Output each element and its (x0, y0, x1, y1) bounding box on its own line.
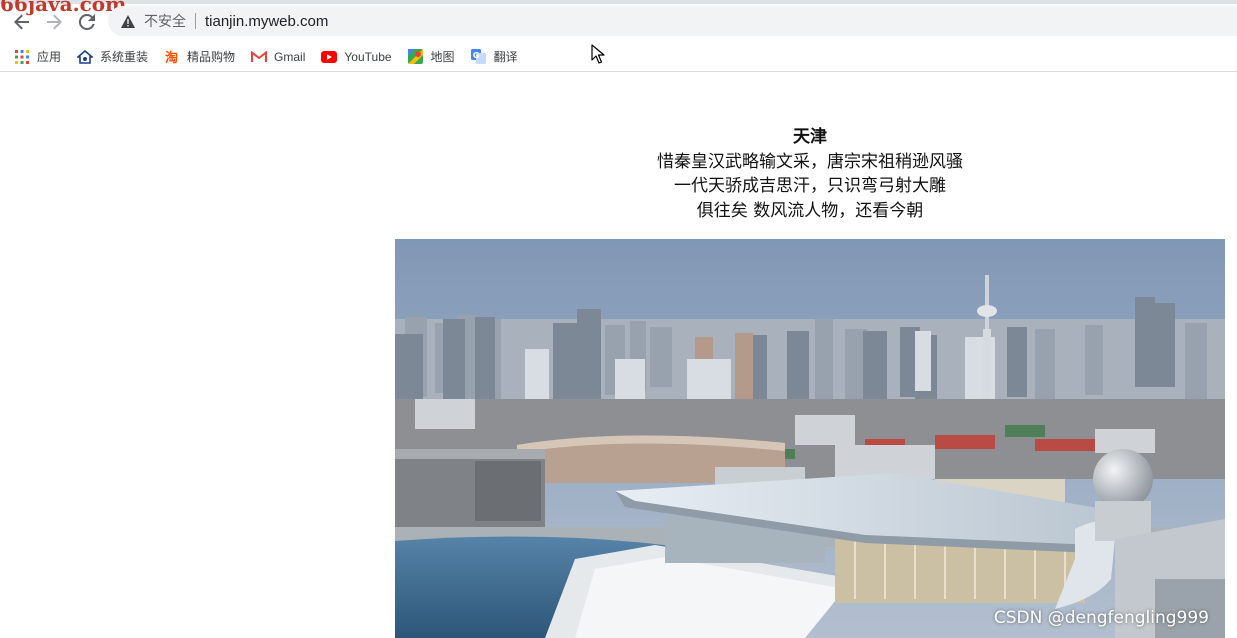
bookmark-label: 应用 (37, 50, 62, 64)
image-watermark: CSDN @dengfengling999 (993, 608, 1209, 628)
page-title: 天津 (793, 127, 827, 147)
warning-icon (120, 13, 136, 29)
browser-window: 66java.com 不安全 tianjin.myweb.com 应用 系统重装… (0, 0, 1237, 638)
bookmark-label: 地图 (430, 50, 455, 64)
arrow-right-icon (47, 14, 62, 30)
mouse-cursor-icon (591, 44, 605, 64)
forward-button[interactable] (42, 10, 66, 34)
divider (195, 13, 196, 29)
arrow-left-icon (14, 14, 29, 30)
reload-button[interactable] (75, 10, 99, 34)
poem-line: 俱往矣 数风流人物，还看今朝 (696, 200, 924, 221)
url-text[interactable]: tianjin.myweb.com (205, 13, 328, 30)
tab-strip (0, 0, 1237, 4)
bookmark-gmail[interactable]: Gmail (251, 45, 305, 69)
youtube-icon (321, 49, 338, 65)
security-label[interactable]: 不安全 (144, 11, 186, 31)
tianjin-city-image: CSDN @dengfengling999 (395, 239, 1225, 638)
svg-text:G: G (473, 51, 480, 60)
system-reinstall-icon (77, 49, 94, 65)
bookmark-shopping[interactable]: 淘 精品购物 (164, 45, 236, 69)
bookmark-label: 翻译 (493, 50, 518, 64)
bookmark-translate[interactable]: G 翻译 (471, 45, 518, 69)
back-button[interactable] (10, 10, 34, 34)
bookmark-system-reinstall[interactable]: 系统重装 (77, 45, 148, 69)
poem-line: 惜秦皇汉武略输文采，唐宗宋祖稍逊风骚 (657, 151, 963, 172)
gmail-icon (251, 49, 268, 65)
address-bar[interactable]: 不安全 tianjin.myweb.com (108, 6, 1237, 36)
page-content: 天津 惜秦皇汉武略输文采，唐宗宋祖稍逊风骚 一代天骄成吉思汗，只识弯弓射大雕 俱… (0, 73, 1237, 638)
apps-grid-icon (14, 49, 30, 65)
poem-block: 天津 惜秦皇汉武略输文采，唐宗宋祖稍逊风骚 一代天骄成吉思汗，只识弯弓射大雕 俱… (395, 125, 1225, 223)
bookmark-label: 系统重装 (100, 50, 149, 64)
taobao-icon: 淘 (164, 49, 180, 65)
bookmarks-bar: 应用 系统重装 淘 精品购物 Gmail YouTube 地图 G 翻译 (0, 42, 1237, 72)
poem-line: 一代天骄成吉思汗，只识弯弓射大雕 (674, 176, 946, 196)
bookmark-apps[interactable]: 应用 (14, 45, 61, 69)
svg-text:淘: 淘 (165, 50, 178, 64)
translate-icon: G (471, 49, 487, 65)
maps-icon (408, 49, 424, 65)
bookmark-label: YouTube (344, 49, 392, 64)
bookmark-label: 精品购物 (187, 50, 236, 64)
toolbar: 66java.com 不安全 tianjin.myweb.com (0, 0, 1237, 42)
reload-icon (78, 13, 95, 30)
bookmark-maps[interactable]: 地图 (408, 45, 455, 69)
bookmark-youtube[interactable]: YouTube (321, 45, 392, 69)
bookmark-label: Gmail (274, 49, 306, 64)
